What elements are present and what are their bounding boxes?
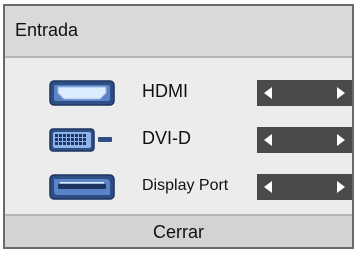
dvi-left-arrow-button[interactable]	[259, 127, 279, 153]
hdmi-port-icon	[49, 80, 115, 106]
input-dialog: Entrada HDMI DVI-D Display Port Cerrar	[3, 4, 354, 249]
hdmi-right-arrow-button[interactable]	[330, 80, 350, 106]
displayport-selector[interactable]	[257, 174, 352, 200]
input-label-displayport: Display Port	[142, 177, 229, 194]
dialog-header: Entrada	[5, 6, 352, 58]
input-row-displayport[interactable]: Display Port	[5, 164, 352, 208]
hdmi-selector[interactable]	[257, 80, 352, 106]
displayport-icon	[49, 174, 115, 200]
input-label-dvi: DVI-D	[142, 128, 191, 148]
close-button[interactable]: Cerrar	[5, 214, 352, 247]
dvi-port-icon	[49, 128, 112, 152]
input-row-dvi[interactable]: DVI-D	[5, 117, 352, 161]
dialog-title: Entrada	[15, 20, 79, 40]
displayport-left-arrow-button[interactable]	[259, 174, 279, 200]
dvi-selector[interactable]	[257, 127, 352, 153]
hdmi-left-arrow-button[interactable]	[259, 80, 279, 106]
dvi-right-arrow-button[interactable]	[330, 127, 350, 153]
displayport-right-arrow-button[interactable]	[330, 174, 350, 200]
close-button-label: Cerrar	[152, 222, 204, 242]
input-label-hdmi: HDMI	[142, 81, 188, 101]
input-row-hdmi[interactable]: HDMI	[5, 70, 352, 114]
